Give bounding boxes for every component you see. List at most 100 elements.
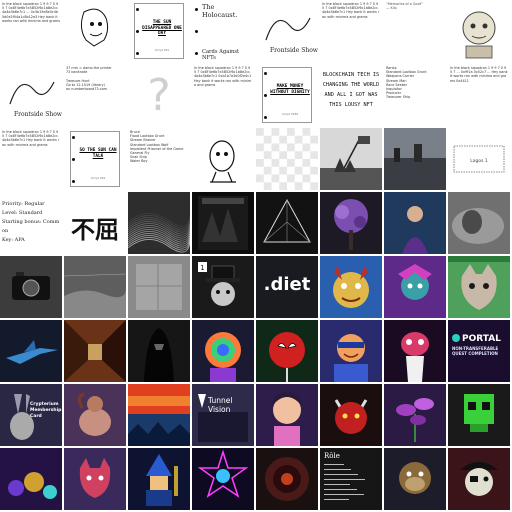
figure-in-blue-icon [384,192,446,254]
nft-tile[interactable] [128,256,190,318]
nft-tile[interactable] [128,384,190,446]
card-footer: Script 0038 [281,112,299,116]
nft-tile[interactable] [384,256,446,318]
nft-tile[interactable]: Frontside Show #2 [256,0,318,62]
nft-tile[interactable]: Crypterium Membership Card [0,384,62,446]
nft-tile[interactable] [448,448,510,510]
nft-tile[interactable]: MAKE MONEY WITHOUT DIGNITY Script 0038 [256,64,318,126]
nft-tile[interactable] [448,0,510,62]
nft-tile[interactable] [384,192,446,254]
nft-tile[interactable]: Priority: Regular Level: Standard Starti… [0,192,62,254]
nft-tile[interactable] [64,320,126,382]
svg-text:Lagos 1: Lagos 1 [470,158,488,164]
nft-tile[interactable]: Bruce Flood Lootbox Grunt Stream Brainer… [128,128,190,190]
nft-tile[interactable]: Tunnel Vision [192,384,254,446]
nft-tile[interactable]: “Memories of a Goat” — Kilo [384,0,446,62]
nft-tile[interactable]: In the black squadron 1 9 9 7 0 9 5 7 0x… [320,0,382,62]
frontside-show-logo-icon: Frontside Show #3 [9,81,62,118]
nft-tile[interactable] [384,448,446,510]
card-title: MAKE MONEY WITHOUT DIGNITY [270,84,310,95]
dragon-character-icon [333,266,369,308]
card-footer: Script 004 [90,176,106,180]
card-title: SO THE SUN CAN TALK [79,148,117,159]
nft-tile[interactable]: Frontside Show #3 [0,64,62,126]
tile-text: In the black squadron 1 9 9 7 0 9 5 7 ..… [450,66,508,83]
nft-tile[interactable] [192,192,254,254]
nft-tile[interactable]: THE SUN DISAPPEARED ONE DAY Script 001 [128,0,190,62]
svg-text:不屈: 不屈 [71,215,119,244]
nft-tile[interactable] [384,128,446,190]
nft-tile[interactable]: 1 [192,256,254,318]
nft-tile[interactable] [448,192,510,254]
nft-tile[interactable] [256,128,318,190]
nft-tile[interactable] [192,128,254,190]
bullet-dot [72,136,75,139]
bullet-dot [264,72,267,75]
nft-tile[interactable]: In the black squadron 1 9 9 7 0 9 5 7 0x… [0,128,62,190]
nft-tile[interactable] [192,448,254,510]
nft-tile[interactable] [384,320,446,382]
nft-tile[interactable] [64,256,126,318]
nft-tile[interactable]: Rôle [320,448,382,510]
nft-tile[interactable] [320,384,382,446]
role-line [324,479,365,480]
tile-text: In the black squadron 1 9 9 7 0 9 5 7 0x… [322,2,380,19]
pixel-skull-icon [464,394,494,432]
ink-calligraphy-icon: 不屈 [71,215,119,244]
nft-tile[interactable] [128,448,190,510]
nft-tile[interactable]: BLOCKCHAIN TECH IS CHANGING THE WORLD AN… [320,64,382,126]
nft-tile[interactable] [256,448,318,510]
bullet-dot [136,52,139,55]
nft-tile[interactable] [320,256,382,318]
desert-photo-icon [64,273,126,318]
portal-subtitle: NON-TRANSFERABLE QUEST COMPLETION [452,346,499,356]
nft-tile[interactable] [448,384,510,446]
nft-tile[interactable]: The Holocaust. Cards Against NFTs [192,0,254,62]
spider-hero-lollipop-icon [269,332,305,382]
nft-tile[interactable]: In the black squadron 1 9 9 7 0 9 5 7 ..… [448,64,510,126]
card-title: THE SUN DISAPPEARED ONE DAY [142,20,182,36]
bullet-dot [136,8,139,11]
nft-tile[interactable] [0,448,62,510]
nft-tile[interactable]: Ranks: Standard Lootbox Grunt Weapons Ca… [384,64,446,126]
nft-tile[interactable]: 不屈 [64,192,126,254]
nft-tile[interactable] [0,256,62,318]
smiling-avatar-icon [334,334,368,382]
nft-tile[interactable] [64,448,126,510]
nft-tile[interactable] [64,0,126,62]
flag-raising-photo-icon [320,136,382,190]
nft-tile[interactable]: Lagos 1 [448,128,510,190]
tile-text: Priority: Regular Level: Standard Starti… [2,201,60,243]
nft-tile[interactable] [128,320,190,382]
top-hat-character-icon: 1 [198,262,240,306]
nft-tile[interactable] [256,384,318,446]
nft-tile[interactable] [64,384,126,446]
purple-tree-icon [334,199,368,250]
nft-tile[interactable] [256,192,318,254]
nft-tile[interactable]: .diet [256,256,318,318]
nft-tile[interactable]: In the black squadron 1 9 9 7 0 9 5 7 0x… [0,0,62,62]
checkerboard-icon [256,128,318,190]
nft-tile[interactable] [320,128,382,190]
nft-tile[interactable]: SO THE SUN CAN TALK Script 004 [64,128,126,190]
portal-logo-icon [452,334,460,342]
nft-tile[interactable] [384,384,446,446]
red-demon-icon [334,399,368,434]
nft-tile[interactable] [320,192,382,254]
nft-tile[interactable] [192,320,254,382]
nft-tile[interactable]: PORTAL NON-TRANSFERABLE QUEST COMPLETION [448,320,510,382]
nft-tile[interactable] [128,192,190,254]
purple-plant-icon [396,398,434,442]
nft-tile[interactable]: 37 mm ≈ damo the printer 73 banknote Tre… [64,64,126,126]
nft-tile[interactable]: In the black squadron 1 9 9 7 0 9 5 7 0x… [192,64,254,126]
neon-crowd-icon [8,472,57,499]
nft-tile[interactable] [0,320,62,382]
tile-text: In the black squadron 1 9 9 7 0 9 5 7 0x… [2,2,60,23]
nft-tile[interactable] [320,320,382,382]
nft-tile[interactable] [256,320,318,382]
nft-tile[interactable]: ? [128,64,190,126]
nft-tile[interactable] [448,256,510,318]
bullet-dot [264,116,267,119]
wave-landscape-icon [128,213,190,253]
triangle-geometry-icon [263,198,311,243]
